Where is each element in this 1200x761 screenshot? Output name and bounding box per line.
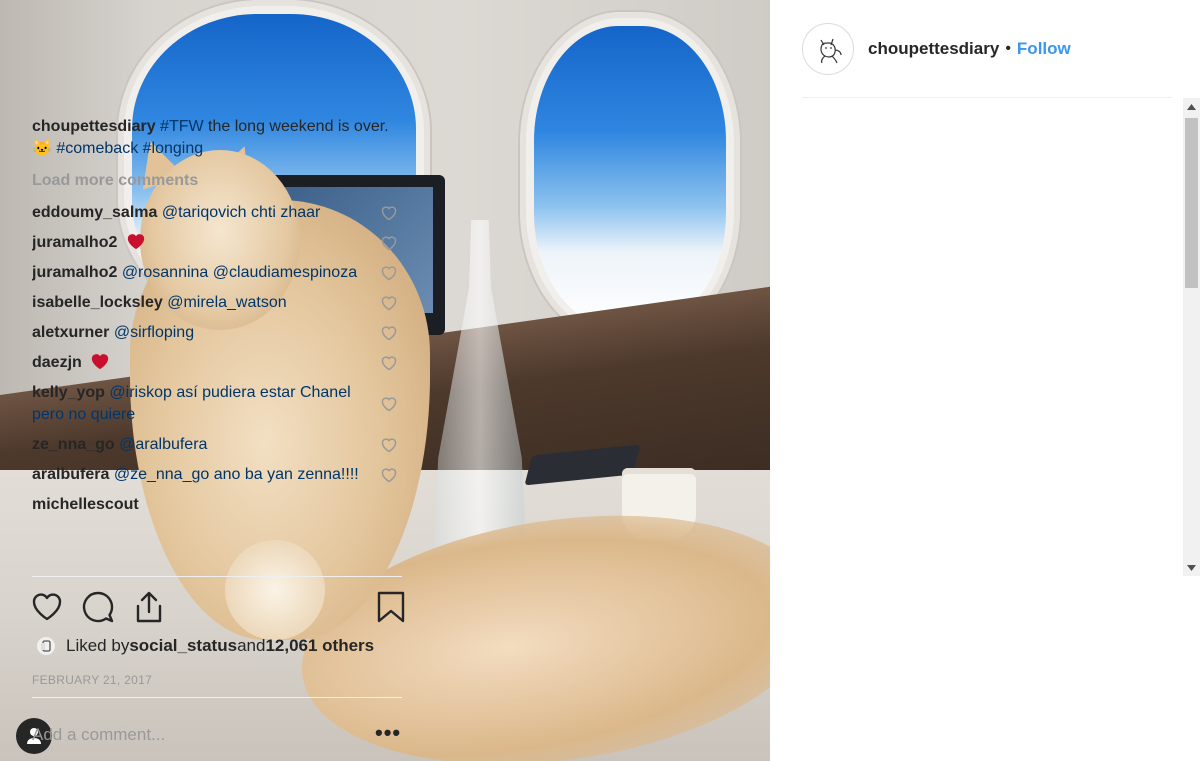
comment-username[interactable]: daezjn <box>32 354 82 371</box>
comment-divider <box>32 697 402 698</box>
comment-row: ze_nna_go @aralbufera <box>32 434 402 456</box>
small-heart-icon[interactable] <box>380 396 398 412</box>
comment-text: @mirela_watson <box>167 294 287 311</box>
comment-row: aletxurner @sirfloping <box>32 322 402 344</box>
bookmark-icon[interactable] <box>374 590 408 624</box>
likes-count[interactable]: 12,061 others <box>265 636 374 656</box>
cat-emoji: 🐱 <box>32 140 52 157</box>
comment-text: @ze_nna_go ano ba yan zenna!!!! <box>113 466 359 483</box>
heart-icon[interactable] <box>30 590 64 624</box>
comment-username[interactable]: juramalho2 <box>32 234 117 251</box>
comment-username[interactable]: michellescout <box>32 496 139 513</box>
header-divider <box>802 97 1172 98</box>
hashtag[interactable]: #comeback <box>56 140 138 157</box>
red-heart-icon <box>92 354 109 370</box>
caption-username[interactable]: choupettesdiary <box>32 118 156 135</box>
liker-avatar-icon[interactable] <box>36 636 56 656</box>
comment-username[interactable]: kelly_yop <box>32 384 105 401</box>
comment-text: @sirfloping <box>113 324 195 341</box>
small-heart-icon[interactable] <box>380 295 398 311</box>
small-heart-icon[interactable] <box>380 235 398 251</box>
comment-username[interactable]: ze_nna_go <box>32 436 115 453</box>
small-heart-icon[interactable] <box>380 467 398 483</box>
likes-middle: and <box>237 636 266 655</box>
scroll-down-arrow-icon[interactable] <box>1183 559 1200 576</box>
liker-username[interactable]: social_status <box>129 636 237 656</box>
actions-divider <box>32 576 402 577</box>
add-comment-input[interactable] <box>32 718 352 752</box>
small-heart-icon[interactable] <box>380 325 398 341</box>
likes-prefix: Liked by <box>66 636 130 655</box>
small-heart-icon[interactable] <box>380 437 398 453</box>
header-username[interactable]: choupettesdiary <box>868 39 999 59</box>
small-heart-icon[interactable] <box>380 265 398 281</box>
scroll-thumb[interactable] <box>1185 118 1198 288</box>
action-bar <box>30 584 410 628</box>
caption: choupettesdiary #TFW the long weekend is… <box>32 116 402 160</box>
comment-text: @rosannina @claudiamespinoza <box>121 264 358 281</box>
comment-row: michellescout <box>32 494 402 516</box>
airplane-window-right <box>520 12 740 342</box>
comment-username[interactable]: eddoumy_salma <box>32 204 157 221</box>
small-heart-icon[interactable] <box>380 355 398 371</box>
comment-row: daezjn <box>32 352 402 374</box>
separator-dot: • <box>1005 40 1011 57</box>
post-header: choupettesdiary • Follow <box>770 0 1200 98</box>
small-heart-icon[interactable] <box>380 205 398 221</box>
comments-scrollbar[interactable] <box>1183 98 1200 576</box>
comment-row: kelly_yop @iriskop así pudiera estar Cha… <box>32 382 402 426</box>
comments-list[interactable]: choupettesdiary #TFW the long weekend is… <box>32 104 402 576</box>
hashtag[interactable]: #TFW <box>160 118 204 135</box>
more-options-button[interactable]: ••• <box>375 722 401 744</box>
avatar[interactable] <box>802 23 854 75</box>
comment-icon[interactable] <box>81 590 115 624</box>
post-sidebar: choupettesdiary • Follow <box>770 0 1200 761</box>
comment-username[interactable]: isabelle_locksley <box>32 294 163 311</box>
share-icon[interactable] <box>132 590 166 624</box>
comment-username[interactable]: juramalho2 <box>32 264 117 281</box>
comment-row: juramalho2 <box>32 232 402 254</box>
follow-button[interactable]: Follow <box>1017 39 1071 59</box>
load-more-comments-button[interactable]: Load more comments <box>32 170 402 192</box>
red-heart-icon <box>127 234 144 250</box>
scroll-up-arrow-icon[interactable] <box>1183 98 1200 115</box>
comment-username[interactable]: aralbufera <box>32 466 109 483</box>
comment-row: isabelle_locksley @mirela_watson <box>32 292 402 314</box>
comment-text: @aralbufera <box>119 436 208 453</box>
comment-row: aralbufera @ze_nna_go ano ba yan zenna!!… <box>32 464 402 486</box>
likes-summary: Liked by social_status and 12,061 others <box>36 636 416 656</box>
comment-row: juramalho2 @rosannina @claudiamespinoza <box>32 262 402 284</box>
comment-username[interactable]: aletxurner <box>32 324 109 341</box>
comment-row: eddoumy_salma @tariqovich chti zhaar <box>32 202 402 224</box>
cat-sketch-icon <box>820 38 842 64</box>
comment-text: @tariqovich chti zhaar <box>161 204 321 221</box>
post-date[interactable]: FEBRUARY 21, 2017 <box>32 673 152 687</box>
caption-text: the long weekend is over. <box>203 118 389 135</box>
hashtag[interactable]: #longing <box>143 140 204 157</box>
